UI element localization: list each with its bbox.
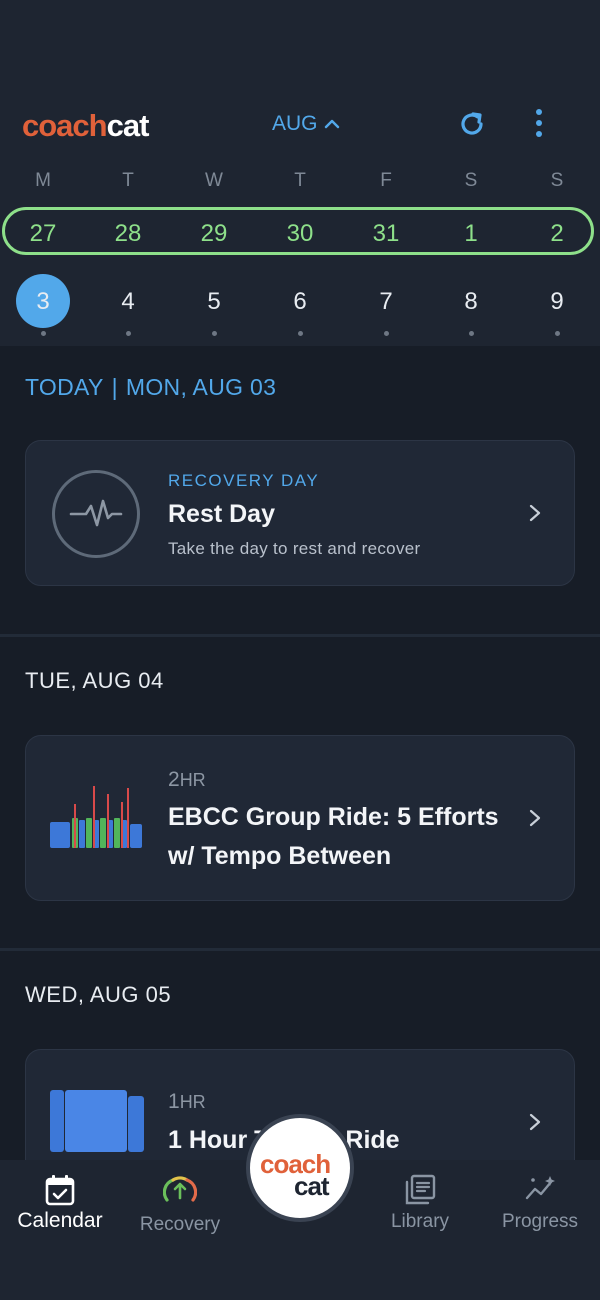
coachcat-center-button[interactable]: coach cat bbox=[246, 1114, 354, 1222]
center-logo-cat: cat bbox=[294, 1171, 330, 1201]
recovery-ring bbox=[52, 470, 140, 558]
event-dot bbox=[554, 331, 560, 336]
nav-recovery[interactable]: Recovery bbox=[120, 1160, 240, 1240]
today-header: TODAY | MON, AUG 03 bbox=[25, 374, 276, 401]
chevron-right-icon bbox=[529, 1113, 541, 1131]
duration-unit: HR bbox=[179, 1092, 206, 1112]
weekday-label: F bbox=[380, 170, 392, 191]
nav-label: Library bbox=[390, 1211, 450, 1232]
nav-label: Recovery bbox=[139, 1214, 221, 1235]
workout-tag: RECOVERY DAY bbox=[168, 471, 320, 490]
calendar-day[interactable]: 31 bbox=[364, 220, 408, 248]
logo-text-cat: cat bbox=[106, 108, 150, 143]
today-separator: | bbox=[111, 374, 118, 400]
nav-progress[interactable]: Progress bbox=[480, 1160, 600, 1240]
more-dot bbox=[536, 131, 542, 137]
today-label: TODAY bbox=[25, 374, 104, 400]
calendar-header: coachcat AUG M T W T F S S 27 28 29 30 3… bbox=[0, 0, 600, 346]
duration-number: 2 bbox=[168, 768, 180, 791]
event-dot bbox=[125, 331, 131, 336]
more-options-button[interactable] bbox=[524, 106, 554, 140]
weekday-label: S bbox=[550, 170, 564, 191]
workout-title: Rest Day bbox=[168, 500, 275, 528]
refresh-button[interactable] bbox=[456, 108, 488, 140]
weekday-row: M T W T F S S bbox=[0, 170, 600, 196]
workout-profile-icon bbox=[50, 786, 142, 848]
event-dot bbox=[297, 331, 303, 336]
library-icon bbox=[405, 1174, 436, 1205]
progress-icon bbox=[525, 1176, 555, 1200]
calendar-day[interactable]: 1 bbox=[449, 220, 493, 248]
calendar-day[interactable]: 30 bbox=[278, 220, 322, 248]
event-dot bbox=[211, 331, 217, 336]
event-dot bbox=[383, 331, 389, 336]
heartbeat-icon bbox=[69, 499, 123, 527]
workout-card-rest-day[interactable]: RECOVERY DAY Rest Day Take the day to re… bbox=[25, 440, 575, 586]
chevron-up-icon bbox=[324, 119, 339, 129]
nav-library[interactable]: Library bbox=[360, 1160, 480, 1240]
month-selector[interactable]: AUG bbox=[272, 112, 340, 136]
month-label: AUG bbox=[272, 112, 318, 135]
section-divider bbox=[0, 634, 600, 637]
calendar-day[interactable]: 9 bbox=[530, 288, 584, 316]
workout-title-line1: EBCC Group Ride: 5 Efforts bbox=[168, 803, 499, 831]
logo-text-coach: coach bbox=[22, 108, 108, 143]
refresh-icon bbox=[461, 112, 483, 135]
calendar-day[interactable]: 7 bbox=[359, 288, 413, 316]
calendar-day[interactable]: 4 bbox=[101, 288, 155, 316]
calendar-day[interactable]: 8 bbox=[444, 288, 498, 316]
chevron-right-icon bbox=[529, 809, 541, 827]
weekday-label: T bbox=[294, 170, 306, 191]
weekday-label: M bbox=[35, 170, 51, 191]
nav-label: Calendar bbox=[17, 1209, 103, 1232]
section-divider bbox=[0, 948, 600, 951]
day-header: WED, AUG 05 bbox=[25, 982, 172, 1007]
more-dot bbox=[536, 109, 542, 115]
workout-title-line2: w/ Tempo Between bbox=[168, 842, 392, 870]
duration-unit: HR bbox=[179, 770, 206, 790]
calendar-day[interactable]: 2 bbox=[535, 220, 579, 248]
event-dot bbox=[468, 331, 474, 336]
weekday-label: T bbox=[122, 170, 134, 191]
calendar-day[interactable]: 27 bbox=[21, 220, 65, 248]
workout-subtitle: Take the day to rest and recover bbox=[168, 539, 421, 558]
chevron-right-icon bbox=[529, 504, 541, 522]
weekday-label: S bbox=[464, 170, 478, 191]
workout-profile-icon bbox=[50, 1090, 144, 1152]
workout-duration: 1HR bbox=[168, 1090, 206, 1114]
calendar-day-selected[interactable]: 3 bbox=[16, 288, 70, 316]
duration-number: 1 bbox=[168, 1090, 180, 1113]
today-date: MON, AUG 03 bbox=[125, 374, 277, 400]
calendar-icon bbox=[45, 1175, 75, 1206]
workout-duration: 2HR bbox=[168, 768, 206, 792]
calendar-day[interactable]: 29 bbox=[192, 220, 236, 248]
workout-card-group-ride[interactable]: 2HR EBCC Group Ride: 5 Efforts w/ Tempo … bbox=[25, 735, 575, 901]
nav-label: Progress bbox=[501, 1211, 579, 1232]
more-dot bbox=[536, 120, 542, 126]
nav-calendar[interactable]: Calendar bbox=[0, 1160, 120, 1240]
workout-title-right: Ride bbox=[345, 1126, 400, 1154]
calendar-day[interactable]: 28 bbox=[106, 220, 150, 248]
recovery-gauge-icon bbox=[163, 1176, 197, 1202]
calendar-day[interactable]: 6 bbox=[273, 288, 327, 316]
weekday-label: W bbox=[205, 170, 223, 191]
day-header: TUE, AUG 04 bbox=[25, 668, 164, 693]
event-dot bbox=[40, 331, 46, 336]
app-logo: coachcat bbox=[22, 108, 150, 144]
calendar-day[interactable]: 5 bbox=[187, 288, 241, 316]
